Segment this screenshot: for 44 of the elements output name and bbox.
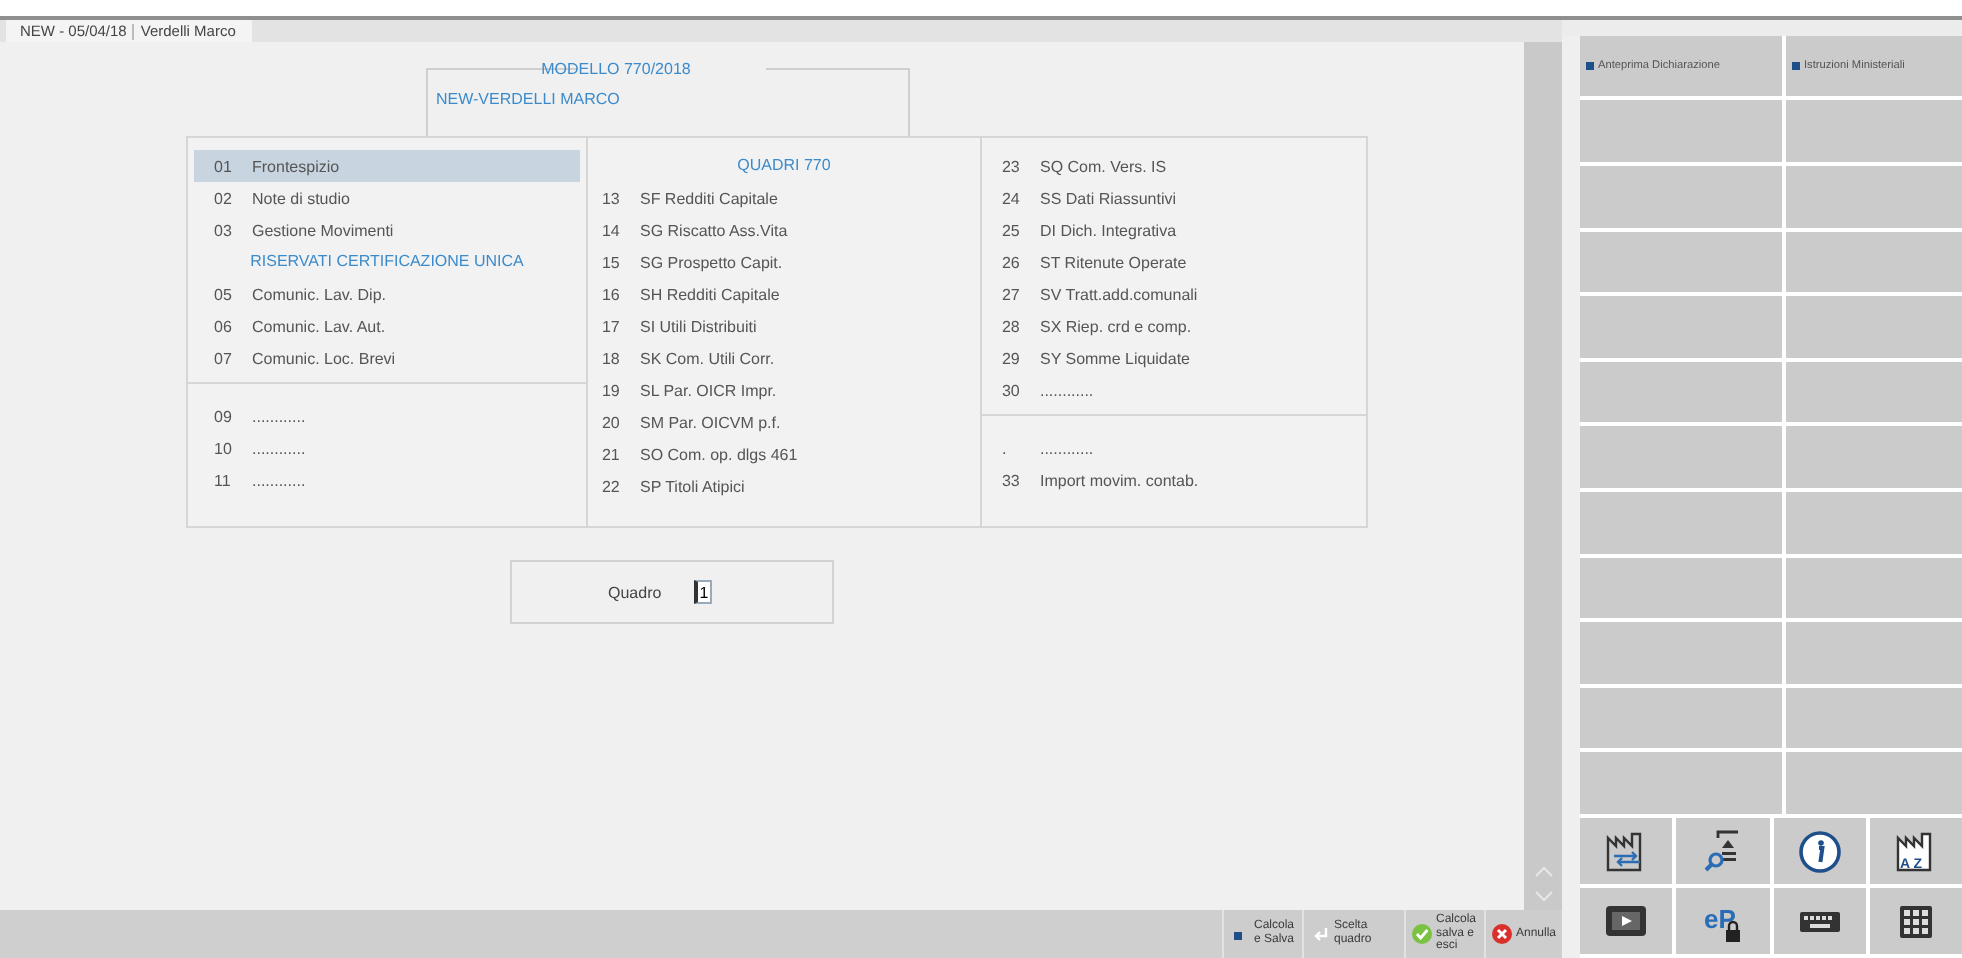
section-item[interactable]: 17 SI Utili Distribuiti	[593, 310, 974, 342]
taxpayer-name: NEW-VERDELLI MARCO	[436, 90, 620, 108]
cancel-icon	[1491, 924, 1512, 944]
section-item[interactable]: . ............	[987, 432, 1360, 464]
section-item[interactable]: 06 Comunic. Lav. Aut.	[194, 310, 580, 342]
section-item[interactable]: 26 ST Ritenute Operate	[987, 246, 1360, 278]
toolbar-button[interactable]	[1774, 888, 1870, 958]
section-item[interactable]: 25 DI Dich. Integrativa	[987, 214, 1360, 246]
section-item[interactable]: 29 SY Somme Liquidate	[987, 342, 1360, 374]
section-item[interactable]: 02 Note di studio	[194, 182, 580, 214]
section-item[interactable]: 33 Import movim. contab.	[987, 464, 1360, 496]
toolbar-button[interactable]	[1580, 818, 1676, 888]
section-item[interactable]: 28 SX Riep. crd e comp.	[987, 310, 1360, 342]
section-heading: RISERVATI CERTIFICAZIONE UNICA	[250, 250, 524, 274]
section-item[interactable]: 01 Frontespizio	[194, 150, 580, 182]
section-item[interactable]: 09 ............	[194, 400, 580, 432]
form-title: MODELLO 770/2018	[539, 60, 693, 78]
section-item[interactable]: 24 SS Dati Riassuntivi	[987, 182, 1360, 214]
section-item[interactable]: 07 Comunic. Loc. Brevi	[194, 342, 580, 374]
section-item[interactable]: 19 SL Par. OICR Impr.	[593, 374, 974, 406]
section-item[interactable]: 20 SM Par. OICVM p.f.	[593, 406, 974, 438]
section-item[interactable]: 05 Comunic. Lav. Dip.	[194, 278, 580, 310]
section-item[interactable]: 13 SF Redditi Capitale	[593, 182, 974, 214]
section-item[interactable]: 03 Gestione Movimenti	[194, 214, 580, 246]
toolbar-button[interactable]	[1580, 888, 1676, 958]
section-item[interactable]: 16 SH Redditi Capitale	[593, 278, 974, 310]
section-item[interactable]: 27 SV Tratt.add.comunali	[987, 278, 1360, 310]
toolbar-button[interactable]	[1774, 818, 1870, 888]
info-icon	[1798, 829, 1842, 873]
check-icon	[1411, 924, 1432, 944]
section-item[interactable]: 30 ............	[987, 374, 1360, 406]
section-heading: QUADRI 770	[737, 154, 831, 178]
section-item[interactable]: 22 SP Titoli Atipici	[593, 470, 974, 502]
quadro-input[interactable]: 1	[693, 580, 712, 604]
enter-icon	[1309, 924, 1330, 944]
toolbar-button[interactable]	[1676, 818, 1774, 888]
section-item[interactable]: 11 ............	[194, 464, 580, 496]
section-item[interactable]: 18 SK Com. Utili Corr.	[593, 342, 974, 374]
section-item[interactable]: 15 SG Prospetto Capit.	[593, 246, 974, 278]
quadro-label: Quadro	[608, 583, 662, 601]
section-item[interactable]: 10 ............	[194, 432, 580, 464]
section-item[interactable]: 14 SG Riscatto Ass.Vita	[593, 214, 974, 246]
section-item[interactable]: 21 SO Com. op. dlgs 461	[593, 438, 974, 470]
section-item[interactable]: 23 SQ Com. Vers. IS	[987, 150, 1360, 182]
